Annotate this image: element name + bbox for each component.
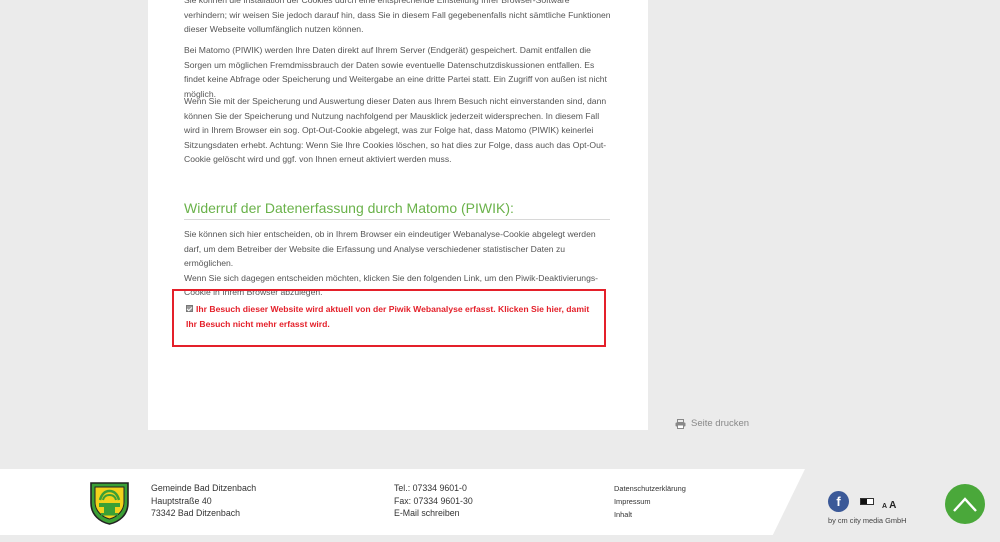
credit-text[interactable]: by cm city media GmbH: [828, 516, 906, 525]
contrast-icon[interactable]: [860, 498, 874, 505]
address-line: Gemeinde Bad Ditzenbach: [151, 483, 257, 493]
address-line: Hauptstraße 40: [151, 495, 212, 506]
footer-link-inhalt[interactable]: Inhalt: [614, 509, 686, 522]
footer: Gemeinde Bad Ditzenbach Hauptstraße 40 7…: [0, 469, 1000, 535]
footer-tel[interactable]: Tel.: 07334 9601-0: [394, 482, 473, 495]
crest-logo: [90, 482, 129, 525]
footer-fax: Fax: 07334 9601-30: [394, 495, 473, 506]
footer-contact: Tel.: 07334 9601-0 Fax: 07334 9601-30 E-…: [394, 482, 473, 520]
paragraph-cookie-install: Sie können die Installation der Cookies …: [184, 0, 611, 35]
footer-link-impressum[interactable]: Impressum: [614, 496, 686, 509]
decision-line-1: Sie können sich hier entscheiden, ob in …: [184, 229, 596, 269]
facebook-icon[interactable]: f: [828, 491, 849, 512]
optout-box: Ihr Besuch dieser Website wird aktuell v…: [172, 289, 606, 347]
print-icon: [675, 418, 686, 429]
scroll-to-top-button[interactable]: [945, 484, 985, 524]
footer-link-datenschutz[interactable]: Datenschutzerklärung: [614, 483, 686, 496]
print-label[interactable]: Seite drucken: [691, 418, 749, 429]
optout-text[interactable]: Ihr Besuch dieser Website wird aktuell v…: [186, 304, 589, 329]
font-size-large[interactable]: A: [889, 500, 896, 511]
paragraph-matomo-storage: Bei Matomo (PIWIK) werden Ihre Daten dir…: [184, 45, 607, 99]
checkbox-icon[interactable]: [186, 305, 193, 312]
font-size-toggle[interactable]: AA: [882, 495, 896, 513]
footer-links: Datenschutzerklärung Impressum Inhalt: [614, 483, 686, 521]
paragraph-opt-out-info: Wenn Sie mit der Speicherung und Auswert…: [184, 96, 607, 165]
optout-link[interactable]: Ihr Besuch dieser Website wird aktuell v…: [186, 302, 598, 332]
footer-email-link[interactable]: E-Mail schreiben: [394, 507, 473, 520]
section-heading-widerruf: Widerruf der Datenerfassung durch Matomo…: [184, 200, 610, 220]
chevron-up-icon: [953, 497, 977, 512]
print-page-button[interactable]: Seite drucken: [675, 418, 749, 429]
font-size-small[interactable]: A: [882, 503, 887, 510]
address-line: 73342 Bad Ditzenbach: [151, 508, 241, 519]
footer-address: Gemeinde Bad Ditzenbach Hauptstraße 40 7…: [151, 482, 256, 520]
